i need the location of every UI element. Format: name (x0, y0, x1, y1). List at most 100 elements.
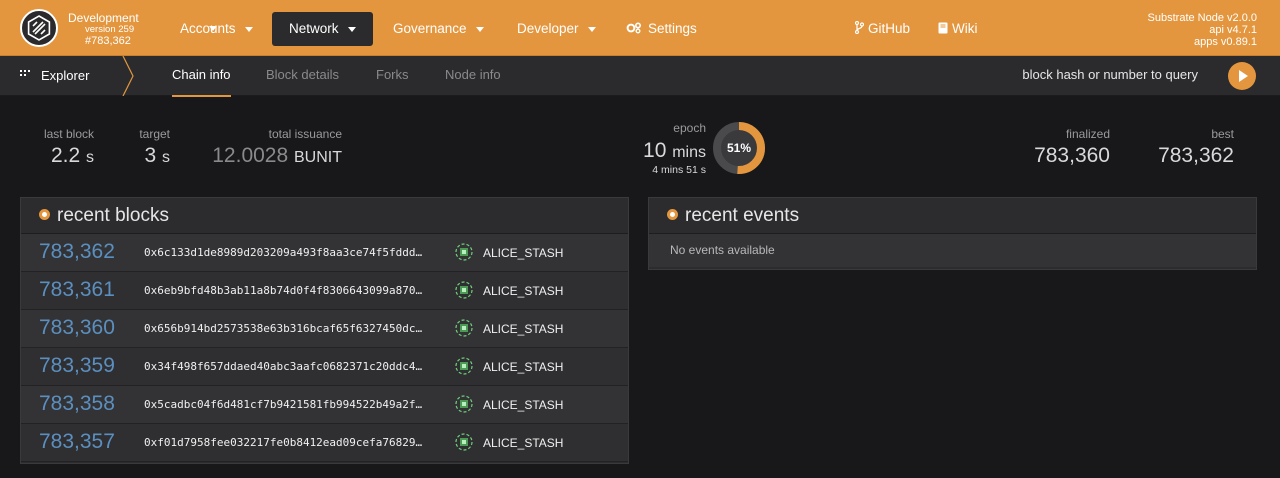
finalized-value: 783,360 (1034, 144, 1110, 167)
tab-forks[interactable]: Forks (376, 56, 409, 96)
stat-value: 12.0028 BUNIT (200, 144, 342, 168)
issuance-value-dim: 0028 (241, 144, 289, 167)
tab-block-details[interactable]: Block details (266, 56, 339, 96)
stat-best: best 783,362 (1152, 127, 1234, 168)
no-events-message: No events available (649, 234, 1256, 267)
table-row: 783,361 0x6eb9bfd48b3ab11a8b74d0f4f830664… (21, 272, 628, 310)
tab-label: Node info (445, 67, 501, 82)
identicon-icon[interactable] (455, 319, 473, 337)
block-number-link[interactable]: 783,360 (39, 316, 115, 340)
epoch-progress-label: 51% (726, 141, 752, 155)
tab-label: Block details (266, 67, 339, 82)
api-version: api v4.7.1 (1209, 24, 1257, 36)
explorer-app-label[interactable]: Explorer (20, 56, 89, 96)
target-unit: s (162, 149, 170, 166)
identicon-icon[interactable] (455, 395, 473, 413)
block-hash: 0xf01d7958fee032217fe0b8412ead09cefa7682… (144, 436, 423, 449)
nav-github[interactable]: GitHub (855, 12, 924, 46)
stat-epoch: epoch 10 mins 4 mins 51 s (620, 121, 706, 176)
table-row: 783,357 0xf01d7958fee032217fe0b8412ead09c… (21, 424, 628, 462)
stat-label: best (1211, 127, 1234, 141)
block-hash: 0x656b914bd2573538e63b316bcaf65f6327450d… (144, 322, 423, 335)
nav-label: Developer (517, 21, 579, 36)
nav-network[interactable]: Network (272, 12, 373, 46)
nav-wiki[interactable]: Wiki (938, 12, 992, 46)
apps-version: apps v0.89.1 (1194, 36, 1257, 48)
block-number-link[interactable]: 783,362 (39, 240, 115, 264)
code-branch-icon (855, 21, 864, 34)
nav-label: Network (289, 21, 339, 36)
best-value: 783,362 (1158, 144, 1234, 167)
block-hash: 0x5cadbc04f6d481cf7b9421581fb994522b49a2… (144, 398, 423, 411)
epoch-value: 10 (643, 139, 667, 162)
block-query-input[interactable]: block hash or number to query (1022, 56, 1198, 96)
chain-block-number: #783,362 (85, 35, 131, 47)
stat-label: finalized (1065, 127, 1110, 141)
identicon-icon[interactable] (455, 433, 473, 451)
block-author[interactable]: ALICE_STASH (483, 284, 563, 298)
recent-events-header: recent events (649, 198, 1256, 234)
chain-version: version 259 (85, 24, 135, 35)
panel-title: recent events (685, 205, 800, 226)
stat-label: total issuance (268, 127, 342, 141)
table-row: 783,360 0x656b914bd2573538e63b316bcaf65f6… (21, 310, 628, 348)
nav-developer[interactable]: Developer (517, 12, 610, 46)
nav-settings[interactable]: Settings (626, 12, 711, 46)
block-author[interactable]: ALICE_STASH (483, 360, 563, 374)
stat-finalized: finalized 783,360 (1028, 127, 1110, 168)
substrate-logo-icon[interactable] (20, 9, 58, 47)
epoch-remaining: 4 mins 51 s (652, 164, 706, 176)
top-nav: Development version 259 #783,362 Account… (0, 0, 1280, 56)
nav-label: Governance (393, 21, 467, 36)
book-icon (938, 22, 948, 34)
explorer-label: Explorer (41, 68, 90, 83)
block-author[interactable]: ALICE_STASH (483, 436, 563, 450)
block-hash: 0x6c133d1de8989d203209a493f8aa3ce74f5fdd… (144, 246, 423, 259)
last-block-value: 2.2 (50, 144, 81, 167)
table-row: 783,359 0x34f498f657ddaed40abc3aafc068237… (21, 348, 628, 386)
block-hash: 0x34f498f657ddaed40abc3aafc0682371c20ddc… (144, 360, 423, 373)
node-version-info: Substrate Node v2.0.0 api v4.7.1 apps v0… (1148, 12, 1257, 48)
stat-label: target (139, 127, 170, 141)
block-author[interactable]: ALICE_STASH (483, 398, 563, 412)
chevron-down-icon (244, 26, 253, 32)
panel-title: recent blocks (57, 205, 169, 226)
stat-target: target 3 s (130, 127, 170, 168)
stat-last-block: last block 2.2 s (38, 127, 94, 168)
table-row: 783,362 0x6c133d1de8989d203209a493f8aa3ce… (21, 234, 628, 272)
chevron-down-icon (475, 26, 484, 32)
explorer-subnav: Explorer Chain info Block details Forks … (0, 56, 1280, 97)
block-author[interactable]: ALICE_STASH (483, 322, 563, 336)
nav-accounts[interactable]: Accounts (180, 12, 267, 46)
tab-label: Chain info (172, 67, 231, 82)
last-block-unit: s (86, 149, 94, 166)
tab-chain-info[interactable]: Chain info (172, 56, 231, 97)
identicon-icon[interactable] (455, 357, 473, 375)
table-row: 783,358 0x5cadbc04f6d481cf7b9421581fb9945… (21, 386, 628, 424)
block-number-link[interactable]: 783,361 (39, 278, 115, 302)
block-author[interactable]: ALICE_STASH (483, 246, 563, 260)
chain-name: Development (68, 11, 139, 25)
recent-blocks-panel: recent blocks 783,362 0x6c133d1de8989d203… (20, 197, 629, 464)
identicon-icon[interactable] (455, 243, 473, 261)
stat-label: last block (43, 127, 94, 141)
block-number-link[interactable]: 783,358 (39, 392, 115, 416)
target-value: 3 (144, 144, 157, 167)
tab-node-info[interactable]: Node info (445, 56, 501, 96)
nav-label: GitHub (868, 21, 911, 36)
play-icon[interactable] (1228, 62, 1256, 90)
node-version: Substrate Node v2.0.0 (1147, 12, 1257, 24)
block-number-link[interactable]: 783,359 (39, 354, 115, 378)
nav-label: Accounts (180, 21, 236, 36)
tab-label: Forks (376, 67, 409, 82)
stat-value: 3 s (130, 144, 170, 168)
chevron-down-icon (347, 26, 356, 32)
nav-governance[interactable]: Governance (393, 12, 498, 46)
gears-icon (626, 22, 642, 34)
identicon-icon[interactable] (455, 281, 473, 299)
nav-label: Settings (648, 21, 697, 36)
block-number-link[interactable]: 783,357 (39, 430, 115, 454)
nav-label: Wiki (952, 21, 978, 36)
recent-blocks-header: recent blocks (21, 198, 628, 234)
stat-label: epoch (673, 121, 706, 135)
